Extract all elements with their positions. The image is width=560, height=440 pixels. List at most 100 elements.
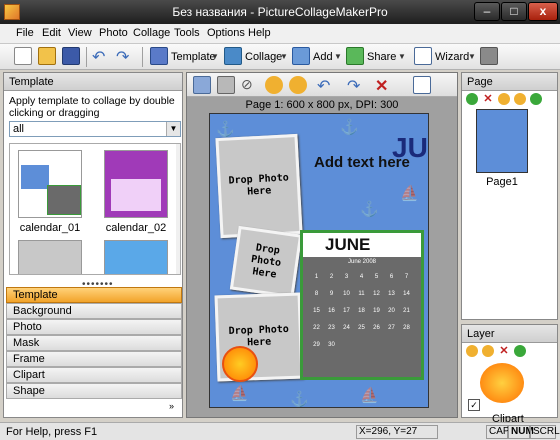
template-panel: Template Apply template to collage by do… xyxy=(3,72,183,418)
menu-file[interactable]: File xyxy=(16,27,34,39)
photo-placeholder[interactable]: Drop Photo Here xyxy=(215,133,303,239)
collage-button[interactable]: Collage xyxy=(245,51,282,63)
more-tabs-icon[interactable]: » xyxy=(169,401,174,411)
layer-up-icon[interactable] xyxy=(466,345,478,357)
tab-photo[interactable]: Photo xyxy=(6,319,182,335)
refresh-icon[interactable] xyxy=(530,93,542,105)
menu-bar: File Edit View Photo Collage Tools Optio… xyxy=(0,24,560,44)
delete-layer-icon[interactable]: ✕ xyxy=(498,345,510,357)
collage-page[interactable]: ⚓ ⛵ ⚓ ⛵ ⚓ ⛵ ⚓ ⛵ Drop Photo Here Drop Pho… xyxy=(209,113,429,408)
menu-help[interactable]: Help xyxy=(248,27,271,39)
canvas-toolbar: ⊘ ↶ ↷ ✕ xyxy=(187,73,457,97)
layer-visible-checkbox[interactable]: ✓ xyxy=(468,399,480,411)
tab-clipart[interactable]: Clipart xyxy=(6,367,182,383)
template-thumb-label: calendar_02 xyxy=(105,222,167,234)
main-toolbar: ↶ ↷ Template ▼ Collage ▼ Add ▼ Share ▼ W… xyxy=(0,44,560,70)
menu-options[interactable]: Options xyxy=(207,27,245,39)
menu-edit[interactable]: Edit xyxy=(42,27,61,39)
chevron-down-icon[interactable]: ▼ xyxy=(398,52,406,61)
share-icon[interactable] xyxy=(346,47,364,65)
status-coords: X=296, Y=27 xyxy=(356,425,438,439)
calendar-block[interactable]: JUNE June 2008 1234567 8 9 10 11 12 13 14 15 16… xyxy=(300,230,424,380)
status-cap: CAP xyxy=(486,425,510,439)
template-panel-header: Template xyxy=(4,73,182,91)
add-page-icon[interactable] xyxy=(466,93,478,105)
wizard-button[interactable]: Wizard xyxy=(435,51,469,63)
toolbar-separator xyxy=(142,47,143,67)
template-thumb-3[interactable] xyxy=(18,240,82,274)
calendar-year: June 2008 xyxy=(347,259,377,265)
tab-template[interactable]: Template xyxy=(6,287,182,303)
move-up-icon[interactable] xyxy=(498,93,510,105)
delete-icon[interactable]: ✕ xyxy=(375,76,393,95)
template-button[interactable]: Template xyxy=(171,51,216,63)
rotate-left-icon[interactable]: ↶ xyxy=(317,76,335,95)
close-button[interactable]: x xyxy=(528,2,558,21)
template-filter-value: all xyxy=(13,123,25,135)
tab-shape[interactable]: Shape xyxy=(6,383,182,399)
wizard-icon[interactable] xyxy=(414,47,432,65)
status-scrl: SCRL xyxy=(530,425,560,439)
title-bar: Без названия - PictureCollageMakerPro – … xyxy=(0,0,560,24)
page-panel-header: Page xyxy=(462,73,557,91)
minimize-button[interactable]: – xyxy=(474,2,500,21)
save-icon[interactable] xyxy=(62,47,80,65)
move-down-icon[interactable] xyxy=(514,93,526,105)
chevron-down-icon[interactable]: ▼ xyxy=(280,52,288,61)
share-button[interactable]: Share xyxy=(367,51,396,63)
tab-background[interactable]: Background xyxy=(6,303,182,319)
page-info: Page 1: 600 x 800 px, DPI: 300 xyxy=(245,99,399,111)
menu-view[interactable]: View xyxy=(68,27,92,39)
sun-clipart[interactable] xyxy=(222,346,258,382)
chevron-down-icon[interactable]: ▼ xyxy=(211,52,219,61)
menu-photo[interactable]: Photo xyxy=(99,27,128,39)
template-instructions: Apply template to collage by double clic… xyxy=(9,95,175,119)
maximize-button[interactable]: □ xyxy=(501,2,527,21)
undo-icon[interactable]: ↶ xyxy=(92,47,110,66)
status-num: NUM xyxy=(508,425,534,439)
refresh-layer-icon[interactable] xyxy=(514,345,526,357)
open-icon[interactable] xyxy=(38,47,56,65)
tab-frame[interactable]: Frame xyxy=(6,351,182,367)
calendar-grid: 1234567 8 9 10 11 12 13 14 15 16 17 18 19 20 21 22 23… xyxy=(313,274,410,348)
chevron-down-icon[interactable]: ▼ xyxy=(166,122,180,136)
right-panels: Page ✕ Page1 Layer ✕ ✓ Clipart xyxy=(461,72,558,425)
new-icon[interactable] xyxy=(14,47,32,65)
redo-icon[interactable]: ↷ xyxy=(116,47,134,66)
layout-icon[interactable] xyxy=(480,47,498,65)
rotate-right-icon[interactable]: ↷ xyxy=(347,76,365,95)
template-thumb-calendar-02[interactable] xyxy=(104,150,168,218)
image-icon[interactable] xyxy=(193,76,211,94)
collage-icon[interactable] xyxy=(224,47,242,65)
template-list-scrollbar[interactable] xyxy=(176,144,180,274)
add-button[interactable]: Add xyxy=(313,51,333,63)
bring-front-icon[interactable] xyxy=(265,76,283,94)
layer-thumbnail[interactable] xyxy=(480,363,524,403)
template-thumb-label: calendar_01 xyxy=(19,222,81,234)
tab-mask[interactable]: Mask xyxy=(6,335,182,351)
send-back-icon[interactable] xyxy=(289,76,307,94)
photo-placeholder[interactable]: Drop Photo Here xyxy=(229,225,303,299)
rotate-icon[interactable]: ⊘ xyxy=(241,76,259,94)
crop-icon[interactable] xyxy=(217,76,235,94)
add-icon[interactable] xyxy=(292,47,310,65)
toolbar-separator xyxy=(86,47,87,67)
template-thumb-calendar-01[interactable] xyxy=(18,150,82,218)
template-list: calendar_01 calendar_02 xyxy=(9,143,181,275)
template-icon[interactable] xyxy=(150,47,168,65)
menu-tools[interactable]: Tools xyxy=(174,27,200,39)
fit-icon[interactable] xyxy=(413,76,431,94)
chevron-down-icon[interactable]: ▼ xyxy=(334,52,342,61)
page-thumbnail[interactable] xyxy=(476,109,528,173)
layer-panel: Layer ✕ ✓ Clipart xyxy=(461,324,558,425)
menu-collage[interactable]: Collage xyxy=(133,27,170,39)
status-help: For Help, press F1 xyxy=(6,426,98,438)
template-thumb-4[interactable] xyxy=(104,240,168,274)
template-filter-select[interactable]: all ▼ xyxy=(9,121,181,137)
layer-panel-header: Layer xyxy=(462,325,557,343)
page-panel: Page ✕ Page1 xyxy=(461,72,558,320)
month-title[interactable]: JUN xyxy=(392,132,428,164)
delete-page-icon[interactable]: ✕ xyxy=(482,93,494,105)
layer-down-icon[interactable] xyxy=(482,345,494,357)
chevron-down-icon[interactable]: ▼ xyxy=(468,52,476,61)
